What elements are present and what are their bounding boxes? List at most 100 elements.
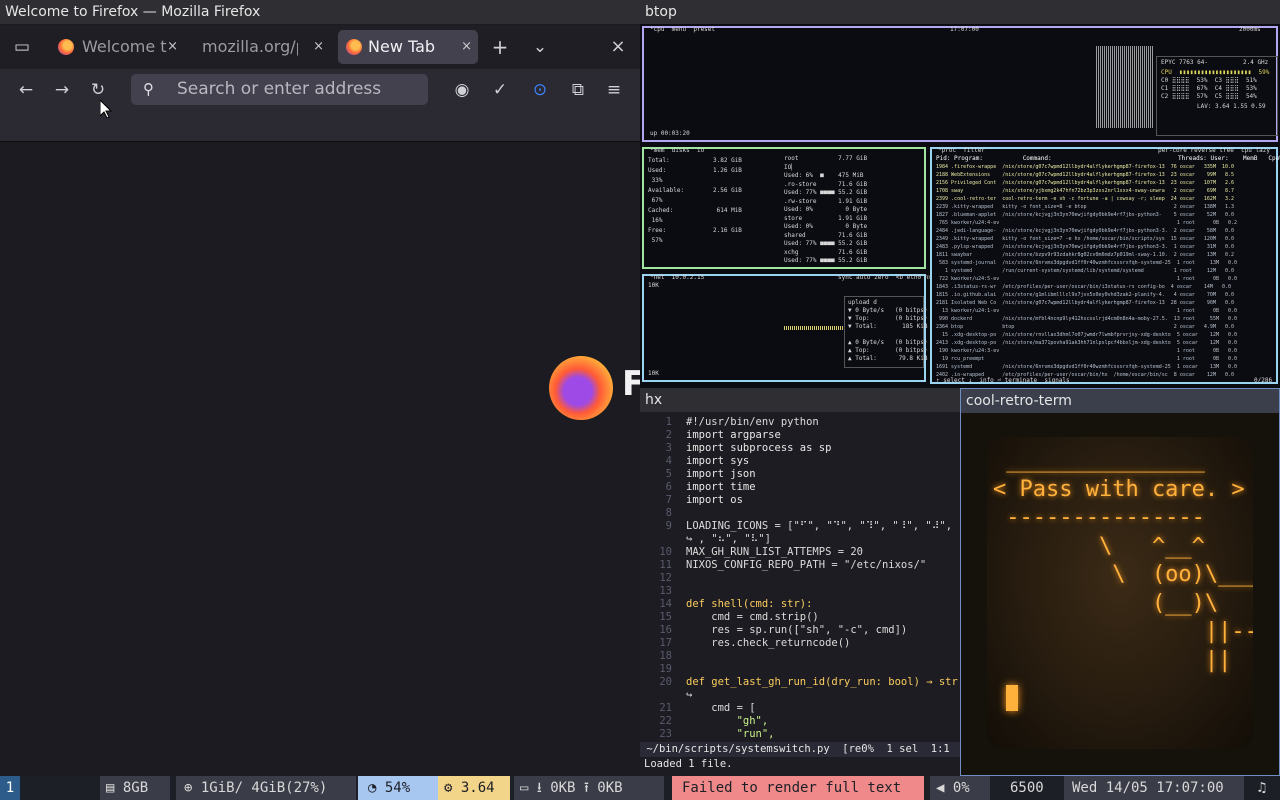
- cpu-load-average: LAV: 3.64 1.55 0.59: [1197, 103, 1266, 110]
- net-line: ▲ 0 Byte/s (0 bitps): [848, 339, 928, 346]
- code-line: 20 def get_last_gh_run_id(dry_run: bool) …: [640, 676, 960, 689]
- code-text: "gh",: [686, 715, 769, 727]
- load-value: 3.64: [460, 780, 495, 796]
- line-number: 21: [659, 702, 672, 714]
- hx-titlebar: hx: [640, 388, 960, 412]
- proc-row[interactable]: 722 kworker/u24:5-ev 1 root 0B 0.0: [936, 275, 1237, 283]
- url-input[interactable]: Search or enter address: [177, 79, 381, 99]
- tab-new-tab[interactable]: New Tab ×: [338, 30, 478, 64]
- proc-row[interactable]: 1984 .firefox-wrappe /nix/store/g07c7wpm…: [936, 163, 1234, 171]
- memory-icon: ⊕: [184, 780, 201, 796]
- hx-message: Loaded 1 file.: [644, 758, 733, 770]
- new-tab-button[interactable]: +: [488, 35, 512, 59]
- menu-icon[interactable]: ≡: [602, 78, 626, 102]
- proc-row[interactable]: 19 rcu_preempt 1 root 0B 0.0: [936, 355, 1237, 363]
- proc-row[interactable]: 2413 .xdg-desktop-po /nix/store/ma371pov…: [936, 339, 1237, 347]
- line-number: 19: [659, 663, 672, 675]
- download-icon: ⭳: [536, 780, 551, 796]
- crt-titlebar: cool-retro-term: [961, 389, 1279, 413]
- net-line: ▼ 0 Byte/s (0 bitps): [848, 307, 928, 314]
- bell-icon[interactable]: ♫: [1250, 776, 1274, 800]
- net-line: ▼ Total: 185 KiB: [848, 323, 928, 330]
- line-number: 22: [659, 715, 672, 727]
- proc-row[interactable]: 990 dockerd /nix/store/mfbl4ncnp9ly412hs…: [936, 315, 1237, 323]
- proc-row[interactable]: 190 kworker/u24:3-ev 1 root 0B 0.0: [936, 347, 1237, 355]
- proc-row[interactable]: 2181 Isolated Web Co /nix/store/g07c7wpm…: [936, 299, 1234, 307]
- net-graph: [784, 326, 846, 330]
- memory-chip-icon: ▤: [106, 780, 123, 796]
- line-number: 1: [665, 416, 672, 428]
- crt-screen[interactable]: _______________ < Pass with care. > ----…: [987, 437, 1253, 749]
- btop-mem-box: ²mem disks io Total: 3.82 GiB Used: 1.26 …: [642, 147, 926, 269]
- proc-row[interactable]: 2484 .jedi-language- /nix/store/kcjvgj3n…: [936, 227, 1234, 235]
- extensions-puzzle-icon[interactable]: ⧉: [566, 78, 590, 102]
- proc-row[interactable]: 2156 Privileged Cont /nix/store/g07c7wpm…: [936, 179, 1234, 187]
- proc-row[interactable]: 1815 .io.github.alai /nix/store/g1mlibml…: [936, 291, 1234, 299]
- btop-proc-options[interactable]: per-core reverse tree cpu lazy: [1158, 147, 1270, 155]
- line-number: 5: [665, 468, 672, 480]
- hx-editor[interactable]: 1 #!/usr/bin/env python 2 import argparse 3 i…: [640, 416, 960, 742]
- btop-net-options[interactable]: sync auto zero <b eth0 n>: [838, 274, 932, 282]
- close-window-button[interactable]: ×: [606, 35, 630, 59]
- proc-row[interactable]: 15 .xdg-desktop-po /nix/store/rnvllax3dh…: [936, 331, 1237, 339]
- reload-icon[interactable]: ↻: [86, 78, 110, 102]
- proc-row[interactable]: 1691 systemd /nix/store/6nrvmx3dpgdvd1ff…: [936, 363, 1237, 371]
- firefox-favicon-icon: [58, 39, 74, 55]
- proc-row[interactable]: 765 kworker/u24:4-ev 1 root 0B 0.2: [936, 219, 1237, 227]
- proc-row[interactable]: 2399 .cool-retro-ter cool-retro-term -e …: [936, 195, 1234, 203]
- proc-row[interactable]: 2349 .kitty-wrapped kitty -o font_size=7…: [936, 235, 1234, 243]
- close-tab-icon[interactable]: ×: [167, 30, 178, 64]
- proc-row[interactable]: 1827 .blueman-applet /nix/store/kcjvgj3n…: [936, 211, 1234, 219]
- proc-row[interactable]: 2239 .kitty-wrapped kitty -o font_size=8…: [936, 203, 1234, 211]
- line-number: 12: [659, 572, 672, 584]
- code-line: 12: [640, 572, 960, 585]
- disk-line: xchg 71.6 GiB: [784, 248, 868, 256]
- cpu-model: EPYC 7763 64-: [1161, 59, 1208, 66]
- btop-window: btop ¹cpu menu preset 17:07:00 2000ms EP…: [640, 0, 1280, 388]
- proc-row[interactable]: 2364 btop btop 2 oscar 4.9M 0.0: [936, 323, 1234, 331]
- tab-mozilla[interactable]: mozilla.org/pr ×: [190, 30, 330, 64]
- proc-row[interactable]: 2483 .pylsp-wrapped /nix/store/kcjvgj3n3…: [936, 243, 1234, 251]
- btop-proc-box: ⁴proc filter per-core reverse tree cpu l…: [930, 147, 1280, 384]
- code-text: import os: [686, 494, 743, 506]
- code-text: import json: [686, 468, 756, 480]
- extension-v-icon[interactable]: ✓: [488, 78, 512, 102]
- proc-row[interactable]: 1843 .i3status-rs-wr /etc/profiles/per-u…: [936, 283, 1231, 291]
- code-line: 18: [640, 650, 960, 663]
- list-tabs-button[interactable]: ⌄: [528, 35, 552, 59]
- forward-icon[interactable]: →: [50, 78, 74, 102]
- terminal-cursor: [1006, 685, 1018, 711]
- proc-row[interactable]: 13 kworker/u24:1-ev 1 root 0B 0.0: [936, 307, 1237, 315]
- ram-value: 8GB: [122, 780, 149, 796]
- code-line: ↪ , "⠦", "⠧"]: [640, 533, 960, 546]
- proc-row[interactable]: 1811 swaybar /nix/store/bzpv9r93zdahkr8g…: [936, 251, 1234, 259]
- code-text: import subprocess as sp: [686, 442, 832, 454]
- proc-row[interactable]: 1 systemd /run/current-system/systemd/li…: [936, 267, 1234, 275]
- close-tab-icon[interactable]: ×: [461, 30, 472, 64]
- btop-clock: 17:07:00: [950, 26, 979, 33]
- code-line: 11 NIXOS_CONFIG_REPO_PATH = "/etc/nixos/": [640, 559, 960, 572]
- ram-block: ▤ 8GB: [100, 776, 170, 800]
- cpu-block: ◔ 54%: [358, 776, 438, 800]
- line-number: 10: [659, 546, 672, 558]
- net-line: upload d: [848, 299, 877, 306]
- mouse-cursor-icon: [100, 100, 112, 118]
- workspace-button[interactable]: 1: [0, 776, 20, 800]
- tab-welcome[interactable]: Welcome t ×: [46, 30, 184, 64]
- volume-block[interactable]: ◀ 0%: [930, 776, 990, 800]
- proc-row[interactable]: 583 systemd-journal /nix/store/6nrvmx3dp…: [936, 259, 1237, 267]
- url-bar[interactable]: ⚲ Search or enter address: [131, 74, 428, 105]
- mem-line: Available: 2.56 GiB: [648, 187, 742, 194]
- line-number: 7: [665, 494, 672, 506]
- firefox-view-icon[interactable]: ▭: [10, 35, 34, 59]
- extension-circle-icon[interactable]: ⊙: [528, 78, 552, 102]
- back-icon[interactable]: ←: [14, 78, 38, 102]
- proc-row[interactable]: 1708 sway /nix/store/yjbxmg2k47hfn72bz3p…: [936, 187, 1234, 195]
- proc-row[interactable]: 2188 WebExtensions /nix/store/g07c7wpmd1…: [936, 171, 1234, 179]
- disk-line: IO▏: [784, 163, 795, 171]
- close-tab-icon[interactable]: ×: [313, 30, 324, 64]
- code-text: "run",: [686, 728, 775, 740]
- account-icon[interactable]: ◉: [450, 78, 474, 102]
- firefox-logo-icon: [549, 356, 613, 420]
- network-icon: ▭: [520, 780, 537, 796]
